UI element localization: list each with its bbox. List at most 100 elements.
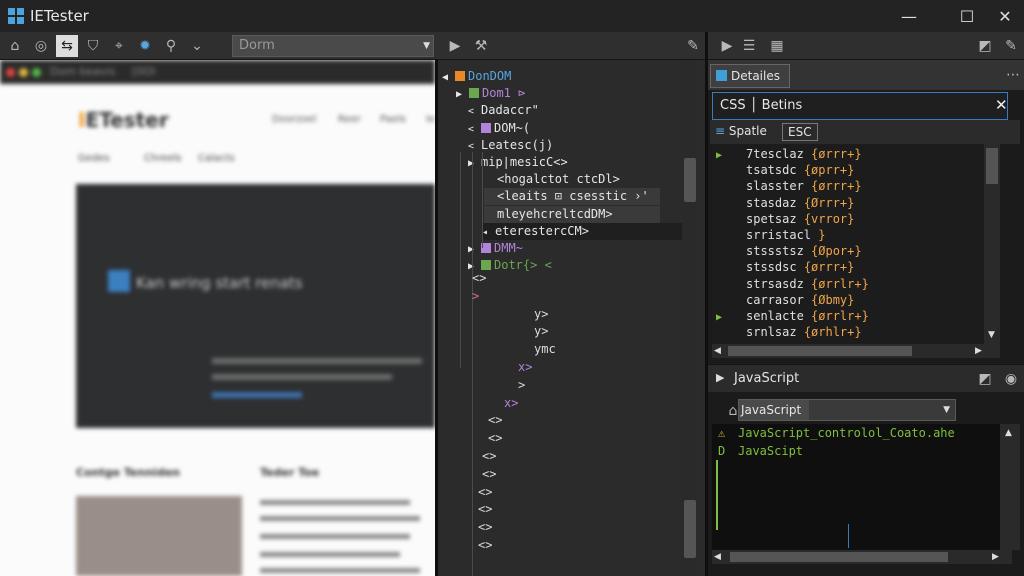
zoom-icon[interactable]: ⚲ xyxy=(160,35,182,57)
css-rule-row[interactable]: stssdsc {ørrr+} xyxy=(716,259,854,275)
dom-tree-node[interactable]: ▶ DMM~ xyxy=(468,240,523,257)
spatle-button[interactable]: ≡ Spatle xyxy=(710,123,772,141)
dom-marker[interactable]: <> xyxy=(488,430,502,447)
dom-tree-node[interactable]: <hogalctot ctcDl> xyxy=(484,171,620,188)
gear-icon[interactable]: ◉ xyxy=(1000,368,1022,390)
css-rule-row[interactable]: stssstsz {Øpor+} xyxy=(716,243,862,259)
dom-marker[interactable]: <> xyxy=(472,270,486,287)
minimize-button[interactable]: — xyxy=(886,0,932,32)
dom-marker[interactable]: y> xyxy=(534,306,548,323)
dom-marker[interactable]: <> xyxy=(488,412,502,429)
site-nav-item[interactable]: Paels xyxy=(380,114,406,125)
scroll-up-icon[interactable]: ▲ xyxy=(1005,428,1012,438)
expand-toggle-icon[interactable]: ▶ xyxy=(456,86,469,103)
site-subnav-item[interactable]: Chreels xyxy=(144,153,182,164)
dom-tree-node[interactable]: ◂ eterestercCM> xyxy=(482,222,682,241)
chevron-down-icon[interactable]: ▼ xyxy=(423,36,430,56)
dom-marker[interactable]: x> xyxy=(504,395,518,412)
play-icon[interactable]: ▶ xyxy=(444,35,466,57)
site-subnav-item[interactable]: Gedes xyxy=(78,153,110,164)
css-hscroll-thumb[interactable] xyxy=(728,346,912,356)
expand-toggle-icon[interactable]: ▶ xyxy=(468,241,481,258)
dom-marker[interactable]: <> xyxy=(478,501,492,518)
dom-scroll-thumb[interactable] xyxy=(684,158,696,202)
close-button[interactable]: ✕ xyxy=(982,0,1024,32)
dom-tree-node[interactable]: <leaits ⊡ csesstic ›' xyxy=(484,188,660,206)
dom-marker[interactable]: > xyxy=(472,288,479,305)
scroll-down-icon[interactable]: ▼ xyxy=(988,330,995,340)
play-icon[interactable]: ▶ xyxy=(716,35,738,57)
layout-icon[interactable]: ▦ xyxy=(766,35,788,57)
dom-tree-node[interactable]: ▶ D​om1 ⊳ xyxy=(456,85,525,102)
esc-button[interactable]: ESC xyxy=(782,123,818,141)
dom-marker[interactable]: x> xyxy=(518,359,532,376)
tab-details[interactable]: Detailes xyxy=(710,64,790,88)
css-rule-row[interactable]: strsasdz {ørrlr+} xyxy=(716,276,869,292)
article-image xyxy=(76,496,242,576)
site-subnav-item[interactable]: Calacts xyxy=(198,153,235,164)
site-nav-item[interactable]: Doorzoel xyxy=(272,114,316,125)
inspect-icon[interactable]: ⌖ xyxy=(108,35,130,57)
dropdown-icon[interactable]: ⌄ xyxy=(186,35,208,57)
dom-marker[interactable]: > xyxy=(518,377,525,394)
list-icon[interactable]: ☰ xyxy=(738,35,760,57)
css-rule-row[interactable]: srristacl } xyxy=(716,227,826,243)
dom-marker[interactable]: <> xyxy=(482,448,496,465)
dom-marker[interactable]: <> xyxy=(478,537,492,554)
css-rule-row[interactable]: carrasor {Øbmy} xyxy=(716,292,854,308)
js-console[interactable]: ⚠ JavaScript_controlol_Coato.ahe D JavaS… xyxy=(712,424,1000,550)
scroll-left-icon[interactable]: ◀ xyxy=(714,346,721,356)
css-rule-row[interactable]: sl​asster {ørrr+} xyxy=(716,178,862,194)
expand-toggle-icon[interactable]: ◀ xyxy=(442,69,455,86)
expand-toggle-icon[interactable]: < xyxy=(468,121,481,138)
expand-icon[interactable]: ▶ xyxy=(716,371,724,384)
css-rule-row[interactable]: tsatsdc {øprr+} xyxy=(716,162,854,178)
css-rule-row[interactable]: spetsaz {vrror} xyxy=(716,211,854,227)
shield-icon[interactable]: ⛉ xyxy=(82,35,104,57)
splitter[interactable] xyxy=(705,32,708,576)
browser-viewport[interactable]: Dom beavis [0OI IETester Doorzoel Reer P… xyxy=(0,60,435,576)
dock-icon[interactable]: ◩ xyxy=(974,368,996,390)
pin-icon[interactable]: ✎ xyxy=(682,35,704,57)
js-scrollbar[interactable]: ▲ xyxy=(1000,424,1020,550)
dom-tree-node[interactable]: mleyehcreltcdDM> xyxy=(484,205,660,223)
dom-scrollbar[interactable] xyxy=(682,60,697,576)
back-icon[interactable]: ◎ xyxy=(30,35,52,57)
dom-marker[interactable]: <> xyxy=(478,519,492,536)
settings-icon[interactable]: ✹ xyxy=(134,35,156,57)
dom-scroll-thumb[interactable] xyxy=(684,500,696,558)
expand-toggle-icon[interactable]: ▶ xyxy=(468,155,481,172)
dom-tree-node[interactable]: ◀ DonDOM xyxy=(442,68,511,85)
dom-tree-node[interactable]: < Dadaccr" xyxy=(468,102,539,119)
home-icon[interactable]: ⌂ xyxy=(4,35,26,57)
css-scroll-thumb[interactable] xyxy=(986,148,998,184)
dom-tree-node[interactable]: < Leatesc(j) xyxy=(468,137,553,154)
js-hscroll-thumb[interactable] xyxy=(730,552,948,562)
chevron-down-icon[interactable]: ▼ xyxy=(943,400,950,420)
dom-marker[interactable]: y> xyxy=(534,323,548,340)
forward-icon[interactable]: ⇆ xyxy=(56,34,78,57)
css-rule-row[interactable]: srnlsaz {ørhlr+} xyxy=(716,324,862,340)
dom-marker[interactable]: <> xyxy=(478,484,492,501)
menu-icon[interactable]: ⋯ xyxy=(1002,64,1024,86)
site-nav-item[interactable]: Ie xyxy=(426,114,435,125)
address-combo[interactable]: Dorm ▼ xyxy=(232,35,434,57)
pin-icon[interactable]: ✎ xyxy=(1000,35,1022,57)
dom-marker[interactable]: ymc xyxy=(534,341,556,358)
scroll-left-icon[interactable]: ◀ xyxy=(714,552,721,562)
wand-icon[interactable]: ⚒ xyxy=(470,35,492,57)
tree-guide-line xyxy=(460,152,461,368)
dom-marker[interactable]: <> xyxy=(482,466,496,483)
expand-toggle-icon[interactable]: ◂ xyxy=(482,224,495,241)
css-rule-row[interactable]: stasdaz {Ørrr+} xyxy=(716,195,854,211)
expand-toggle-icon[interactable]: < xyxy=(468,103,481,120)
scroll-right-icon[interactable]: ▶ xyxy=(992,552,999,562)
site-nav-item[interactable]: Reer xyxy=(338,114,361,125)
scroll-right-icon[interactable]: ▶ xyxy=(975,346,982,356)
dom-tree-node[interactable]: < DOM~( xyxy=(468,120,530,137)
dock-icon[interactable]: ◩ xyxy=(974,35,996,57)
css-value: {ørrr+} xyxy=(811,147,862,161)
close-icon[interactable]: ✕ xyxy=(995,92,1015,118)
js-combo[interactable]: JavaScript ▼ xyxy=(738,399,956,421)
expand-toggle-icon[interactable]: < xyxy=(468,138,481,155)
